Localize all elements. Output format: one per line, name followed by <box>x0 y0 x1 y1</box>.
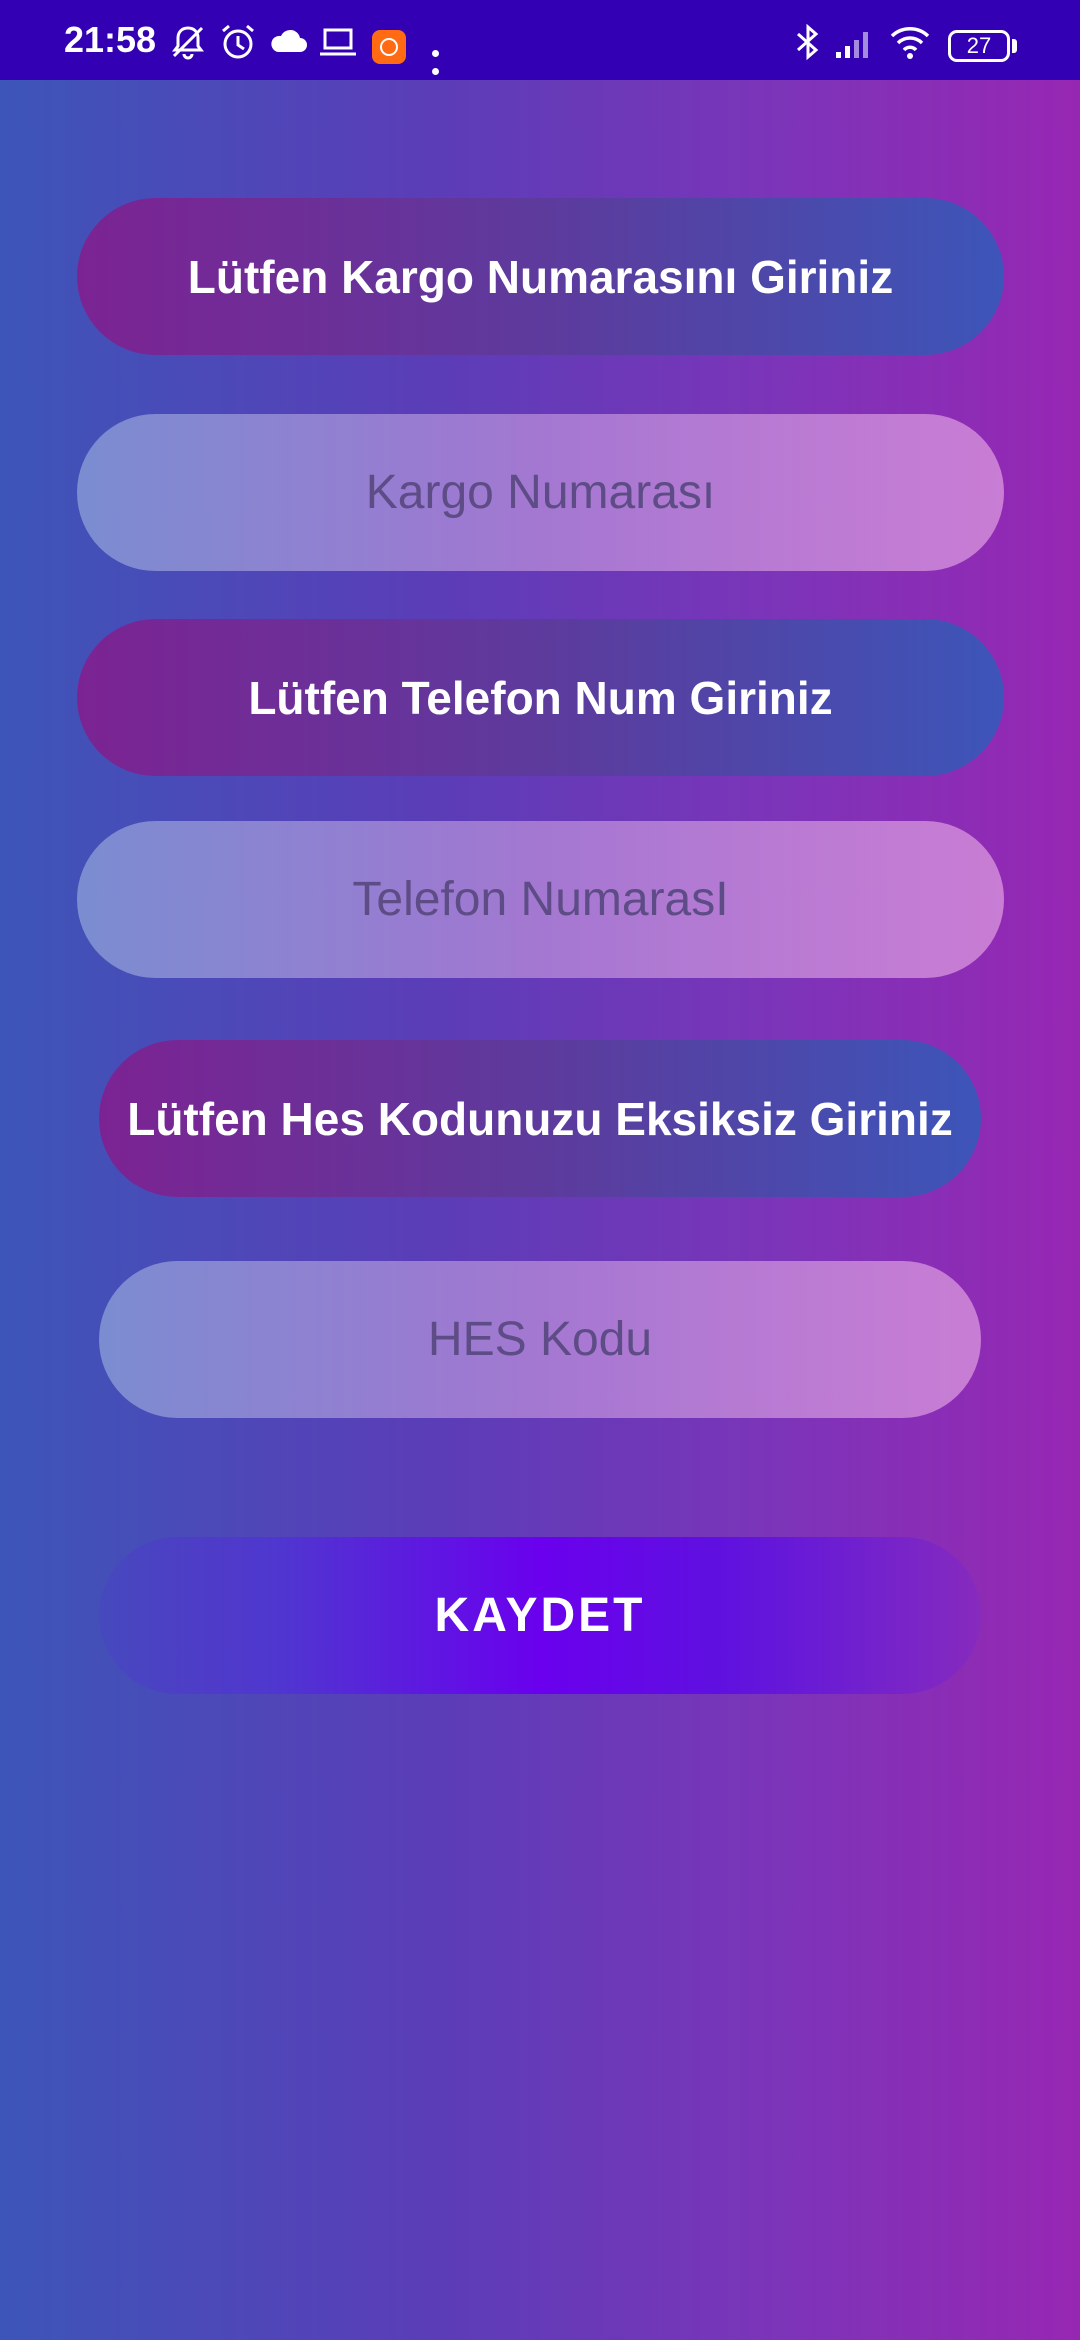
hes-code-field[interactable] <box>99 1260 981 1419</box>
cargo-number-label-text: Lütfen Kargo Numarasını Giriniz <box>187 250 894 303</box>
phone-number-label: Lütfen Telefon Num Giriniz <box>77 619 1004 776</box>
hes-code-input[interactable] <box>99 1260 981 1419</box>
alarm-icon <box>218 22 258 62</box>
cargo-number-label: Lütfen Kargo Numarasını Giriniz <box>77 198 1004 355</box>
bluetooth-icon <box>790 22 826 62</box>
laptop-icon <box>318 22 358 62</box>
save-button[interactable]: KAYDET <box>99 1537 981 1694</box>
phone-number-field[interactable] <box>77 820 1004 979</box>
battery-icon: 27 <box>948 30 1010 62</box>
cargo-number-input[interactable] <box>77 413 1004 572</box>
phone-number-input[interactable] <box>77 820 1004 979</box>
status-bar: 21:58 27 <box>0 0 1080 80</box>
cargo-number-field[interactable] <box>77 413 1004 572</box>
wifi-icon <box>888 22 932 62</box>
hes-code-label-text: Lütfen Hes Kodunuzu Eksiksiz Giriniz <box>127 1092 953 1145</box>
phone-number-label-text: Lütfen Telefon Num Giriniz <box>248 671 833 724</box>
app-screen: 21:58 27 Lütfen Kargo Numarasını Giriniz… <box>0 0 1080 2340</box>
more-dots-icon <box>432 44 458 75</box>
save-button-label: KAYDET <box>434 1589 646 1642</box>
battery-tip <box>1012 39 1017 53</box>
cloud-icon <box>268 22 308 62</box>
status-time: 21:58 <box>64 19 157 60</box>
mute-icon <box>168 22 208 62</box>
mi-app-icon <box>372 30 406 64</box>
signal-icon <box>834 22 876 62</box>
hes-code-label: Lütfen Hes Kodunuzu Eksiksiz Giriniz <box>99 1040 981 1197</box>
